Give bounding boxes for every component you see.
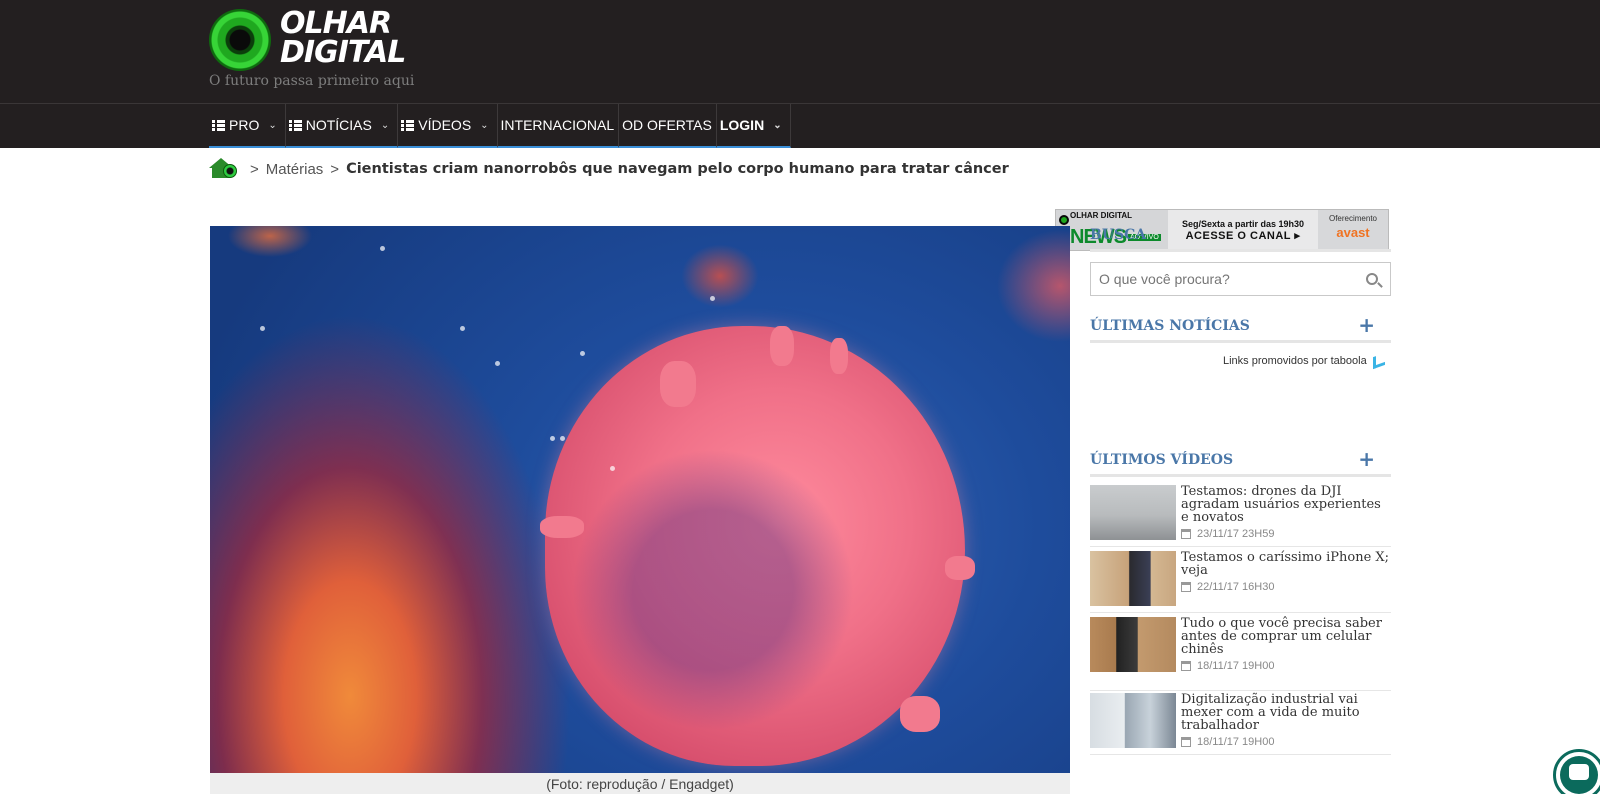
nav-item-od-ofertas[interactable]: OD OFERTAS bbox=[619, 104, 717, 148]
main-navbar: PRO ⌄ NOTÍCIAS ⌄ VÍDEOS ⌄ INTERNACIONAL … bbox=[0, 103, 1600, 251]
site-header: OLHAR DIGITAL O futuro passa primeiro aq… bbox=[0, 0, 1600, 103]
nav-item-label: PRO bbox=[229, 117, 260, 133]
calendar-icon bbox=[1181, 582, 1191, 592]
chevron-down-icon: ⌄ bbox=[480, 119, 489, 131]
breadcrumb-separator: > bbox=[250, 160, 259, 178]
chevron-down-icon: ⌄ bbox=[268, 119, 277, 131]
video-date: 23/11/17 23H59 bbox=[1181, 528, 1391, 540]
chevron-down-icon: ⌄ bbox=[773, 119, 782, 131]
nav-item-internacional[interactable]: INTERNACIONAL bbox=[497, 104, 620, 148]
calendar-icon bbox=[1181, 661, 1191, 671]
video-date: 22/11/17 16H30 bbox=[1181, 581, 1391, 593]
video-title: Tudo o que você precisa saber antes de c… bbox=[1181, 616, 1382, 657]
video-title: Digitalização industrial vai mexer com a… bbox=[1181, 692, 1360, 733]
video-date: 18/11/17 19H00 bbox=[1181, 736, 1391, 748]
search-input[interactable] bbox=[1099, 271, 1359, 287]
video-title: Testamos o caríssimo iPhone X; veja bbox=[1181, 550, 1390, 578]
article-hero-image bbox=[210, 226, 1070, 773]
breadcrumb-separator: > bbox=[330, 160, 340, 178]
chevron-down-icon: ⌄ bbox=[380, 119, 390, 131]
video-list-item[interactable]: Tudo o que você precisa saber antes de c… bbox=[1090, 617, 1391, 691]
search-heading: BUSCA bbox=[1090, 222, 1391, 252]
calendar-icon bbox=[1181, 529, 1191, 539]
video-thumbnail bbox=[1090, 693, 1176, 748]
taboola-icon bbox=[1372, 352, 1385, 370]
latest-videos-heading: ÚLTIMOS VÍDEOS + bbox=[1090, 447, 1391, 477]
search-icon[interactable] bbox=[1366, 273, 1378, 285]
chat-icon bbox=[1569, 764, 1589, 780]
breadcrumb-current-title: Cientistas criam nanorrobôs que navegam … bbox=[346, 161, 1009, 177]
nav-item-label: INTERNACIONAL bbox=[500, 117, 615, 133]
video-thumbnail bbox=[1090, 617, 1176, 672]
video-list-item[interactable]: Digitalização industrial vai mexer com a… bbox=[1090, 693, 1391, 755]
nav-item-videos[interactable]: VÍDEOS ⌄ bbox=[398, 104, 498, 148]
expand-videos-plus-icon[interactable]: + bbox=[1358, 447, 1375, 471]
nav-item-label: OD OFERTAS bbox=[622, 117, 712, 133]
video-thumbnail bbox=[1090, 485, 1176, 540]
search-field[interactable] bbox=[1090, 262, 1391, 296]
cancer-cell-illustration bbox=[545, 326, 965, 766]
latest-news-heading: ÚLTIMAS NOTÍCIAS + bbox=[1090, 313, 1391, 343]
logo-text: OLHAR DIGITAL bbox=[280, 6, 406, 70]
eye-logo-icon bbox=[1059, 215, 1069, 225]
video-title: Testamos: drones da DJI agradam usuários… bbox=[1181, 484, 1381, 525]
ad-brand-small: OLHAR DIGITAL bbox=[1070, 211, 1133, 220]
calendar-icon bbox=[1181, 737, 1191, 747]
taboola-promo-link[interactable]: Links promovidos por taboola bbox=[1223, 352, 1385, 370]
main-nav: PRO ⌄ NOTÍCIAS ⌄ VÍDEOS ⌄ INTERNACIONAL … bbox=[209, 104, 791, 148]
nav-item-pro[interactable]: PRO ⌄ bbox=[209, 104, 286, 148]
nav-item-label: LOGIN bbox=[719, 117, 765, 133]
breadcrumb-section-link[interactable]: Matérias bbox=[266, 161, 324, 178]
nav-item-login[interactable]: LOGIN ⌄ bbox=[716, 104, 791, 148]
grid-icon bbox=[401, 119, 416, 131]
nav-item-noticias[interactable]: NOTÍCIAS ⌄ bbox=[285, 104, 399, 148]
grid-icon bbox=[212, 119, 226, 131]
nav-item-label: NOTÍCIAS bbox=[305, 117, 372, 133]
nav-item-label: VÍDEOS bbox=[418, 117, 472, 133]
video-list-item[interactable]: Testamos o caríssimo iPhone X; veja 22/1… bbox=[1090, 551, 1391, 613]
video-list-item[interactable]: Testamos: drones da DJI agradam usuários… bbox=[1090, 485, 1391, 547]
breadcrumb: > Matérias > Cientistas criam nanorrobôs… bbox=[209, 157, 1009, 181]
grid-icon bbox=[288, 119, 303, 131]
image-caption: (Foto: reprodução / Engadget) bbox=[210, 773, 1070, 794]
home-icon[interactable] bbox=[209, 158, 239, 180]
site-tagline: O futuro passa primeiro aqui bbox=[209, 73, 415, 89]
video-thumbnail bbox=[1090, 551, 1176, 606]
expand-news-plus-icon[interactable]: + bbox=[1358, 313, 1375, 337]
site-logo[interactable]: OLHAR DIGITAL bbox=[209, 6, 419, 71]
chat-widget-button[interactable] bbox=[1553, 749, 1600, 794]
eye-logo-icon bbox=[209, 9, 271, 71]
video-date: 18/11/17 19H00 bbox=[1181, 660, 1391, 672]
